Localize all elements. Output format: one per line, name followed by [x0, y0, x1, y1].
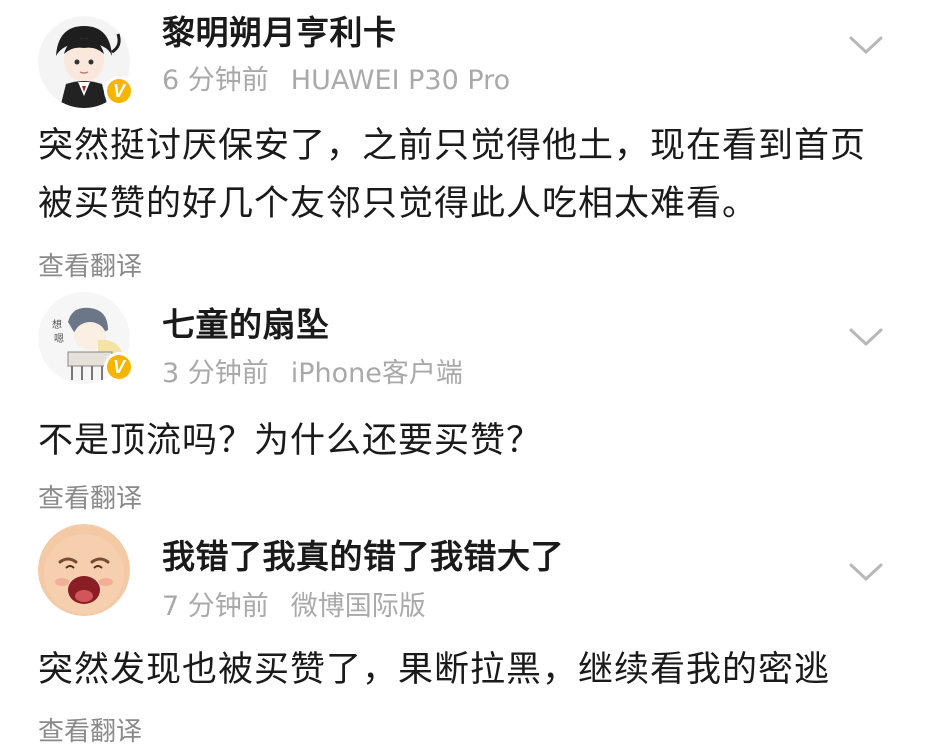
chevron-down-icon[interactable] [848, 34, 884, 56]
verified-badge-icon: V [104, 352, 134, 382]
comment-text-line: 突然发现也被买赞了，果断拉黑，继续看我的密逃 [38, 650, 831, 690]
chevron-down-icon[interactable] [848, 561, 884, 583]
comment-text-line: 被买赞的好几个友邻只觉得此人吃相太难看。 [38, 184, 759, 224]
username[interactable]: 七童的扇坠 [162, 298, 330, 346]
comment-text-line: 不是顶流吗？为什么还要买赞？ [38, 421, 543, 461]
translate-link[interactable]: 查看翻译 [38, 711, 142, 748]
comment-time: 6 分钟前 [162, 65, 269, 96]
comment-text-line: 突然挺讨厌保安了，之前只觉得他土，现在看到首页 [38, 126, 867, 166]
comment-meta: 7 分钟前 微博国际版 [162, 584, 426, 623]
avatar[interactable]: 想 嗯 V [38, 292, 134, 384]
comment-meta: 6 分钟前 HUAWEI P30 Pro [162, 58, 510, 97]
translate-link[interactable]: 查看翻译 [38, 478, 142, 515]
username[interactable]: 黎明朔月亨利卡 [162, 6, 397, 54]
comment-text: 不是顶流吗？为什么还要买赞？ [38, 412, 918, 470]
svg-text:嗯: 嗯 [54, 333, 64, 345]
comment-meta: 3 分钟前 iPhone客户端 [162, 351, 463, 390]
comment-text: 突然发现也被买赞了，果断拉黑，继续看我的密逃 [38, 641, 918, 699]
comment-time: 7 分钟前 [162, 591, 269, 622]
svg-text:想: 想 [52, 318, 62, 331]
comment-time: 3 分钟前 [162, 358, 269, 389]
chevron-down-icon[interactable] [848, 326, 884, 348]
verified-badge-icon: V [104, 76, 134, 106]
crying-baby-icon [38, 524, 130, 616]
avatar[interactable] [38, 524, 130, 616]
translate-link[interactable]: 查看翻译 [38, 246, 142, 283]
device-label: iPhone客户端 [290, 358, 463, 389]
comment-text: 突然挺讨厌保安了，之前只觉得他土，现在看到首页 被买赞的好几个友邻只觉得此人吃相… [38, 117, 918, 233]
username[interactable]: 我错了我真的错了我错大了 [162, 530, 564, 578]
device-label: HUAWEI P30 Pro [290, 65, 511, 96]
avatar[interactable]: V [38, 16, 134, 108]
device-label: 微博国际版 [290, 591, 426, 622]
